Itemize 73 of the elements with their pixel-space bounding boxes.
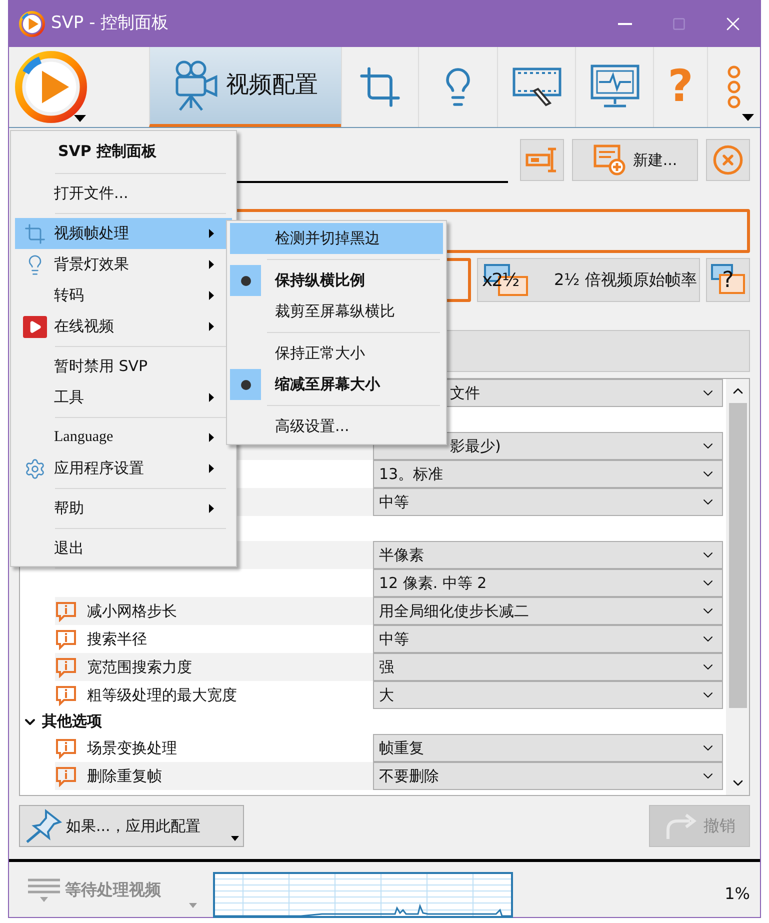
value-dropdown[interactable]: 强 bbox=[373, 653, 723, 681]
svp-logo-icon bbox=[15, 51, 87, 123]
dropdown-caret-icon bbox=[74, 115, 86, 122]
cpu-percent: 1% bbox=[724, 883, 750, 905]
crop-icon bbox=[358, 65, 402, 109]
queue-list-icon bbox=[27, 877, 61, 903]
submenu-arrow-icon bbox=[209, 464, 214, 473]
submenu-arrow-icon bbox=[209, 229, 214, 238]
property-label: 减小网格步长 bbox=[87, 600, 177, 622]
group-title: 其他选项 bbox=[42, 711, 102, 732]
redo-arrow-icon bbox=[664, 812, 698, 840]
menu-item[interactable]: 保持正常大小 bbox=[275, 342, 365, 365]
film-pencil-icon bbox=[512, 65, 562, 109]
play-icon bbox=[22, 316, 46, 338]
info-icon bbox=[55, 656, 77, 678]
dropdown-caret-icon bbox=[742, 114, 754, 121]
new-profile-button[interactable]: 新建... bbox=[572, 139, 698, 181]
property-label: 场景变换处理 bbox=[87, 738, 177, 759]
info-icon bbox=[55, 765, 77, 787]
status-text: 等待处理视频 bbox=[65, 879, 161, 901]
menu-item[interactable]: 应用程序设置 bbox=[15, 453, 232, 484]
submenu-arrow-icon bbox=[209, 393, 214, 402]
property-label: 搜索半径 bbox=[87, 628, 147, 650]
window-title: SVP - 控制面板 bbox=[51, 12, 169, 35]
rename-icon bbox=[525, 147, 559, 173]
delete-button[interactable] bbox=[706, 139, 750, 181]
property-label: 粗等级处理的最大宽度 bbox=[87, 684, 237, 706]
submenu-arrow-icon bbox=[209, 322, 214, 331]
more-icon bbox=[726, 65, 742, 109]
value-dropdown[interactable]: 用全局细化使步长减二 bbox=[373, 597, 723, 625]
submenu-arrow-icon bbox=[209, 433, 214, 442]
property-label: 宽范围搜索力度 bbox=[87, 656, 192, 678]
value-dropdown[interactable]: 帧重复 bbox=[373, 734, 723, 762]
menu-item[interactable]: 保持纵横比例 bbox=[275, 269, 365, 292]
property-label: 删除重复帧 bbox=[87, 766, 162, 787]
submenu-arrow-icon bbox=[209, 291, 214, 300]
info-icon bbox=[55, 628, 77, 650]
close-circle-icon bbox=[712, 144, 744, 176]
menu-item[interactable]: 帮助 bbox=[15, 493, 232, 524]
monitor-pulse-icon bbox=[590, 64, 640, 110]
pin-icon bbox=[24, 808, 64, 844]
value-dropdown[interactable]: 影最少) bbox=[373, 432, 723, 460]
app-logo-icon bbox=[19, 10, 45, 36]
info-icon bbox=[55, 600, 77, 622]
value-dropdown[interactable]: 中等 bbox=[373, 488, 723, 516]
menu-item[interactable]: 裁剪至屏幕纵横比 bbox=[275, 300, 395, 323]
value-dropdown[interactable]: 中等 bbox=[373, 625, 723, 653]
dropdown-caret-icon bbox=[231, 836, 239, 841]
info-icon bbox=[55, 737, 77, 759]
info-icon bbox=[55, 684, 77, 706]
value-dropdown[interactable]: 大 bbox=[373, 681, 723, 709]
minimize-icon bbox=[618, 22, 632, 24]
value-dropdown[interactable]: 不要删除 bbox=[373, 762, 723, 790]
gears-icon bbox=[24, 458, 46, 480]
menu-item[interactable]: 检测并切掉黑边 bbox=[230, 223, 443, 254]
apply-profile-button[interactable]: 如果...，应用此配置 bbox=[19, 805, 244, 847]
crop-icon bbox=[24, 222, 46, 244]
scrollbar-thumb[interactable] bbox=[728, 403, 746, 708]
menu-item[interactable]: 视频帧处理 bbox=[15, 218, 232, 249]
value-dropdown[interactable]: 半像素 bbox=[373, 541, 723, 569]
menu-item[interactable]: 退出 bbox=[15, 533, 232, 564]
value-dropdown[interactable]: 13。标准 bbox=[373, 460, 723, 488]
submenu-arrow-icon bbox=[209, 504, 214, 513]
value-dropdown[interactable]: 12 像素. 中等 2 bbox=[373, 569, 723, 597]
submenu-arrow-icon bbox=[209, 260, 214, 269]
menu-item[interactable]: 打开文件... bbox=[15, 178, 232, 209]
maximize-icon bbox=[672, 16, 686, 30]
new-list-icon bbox=[592, 144, 627, 176]
dropdown-caret-icon bbox=[189, 902, 197, 908]
rename-button[interactable] bbox=[520, 139, 564, 181]
toolbar-tab[interactable]: 视频配置 bbox=[148, 47, 341, 127]
menu-header: SVP 控制面板 bbox=[58, 140, 157, 162]
scrollbar[interactable] bbox=[726, 379, 749, 795]
